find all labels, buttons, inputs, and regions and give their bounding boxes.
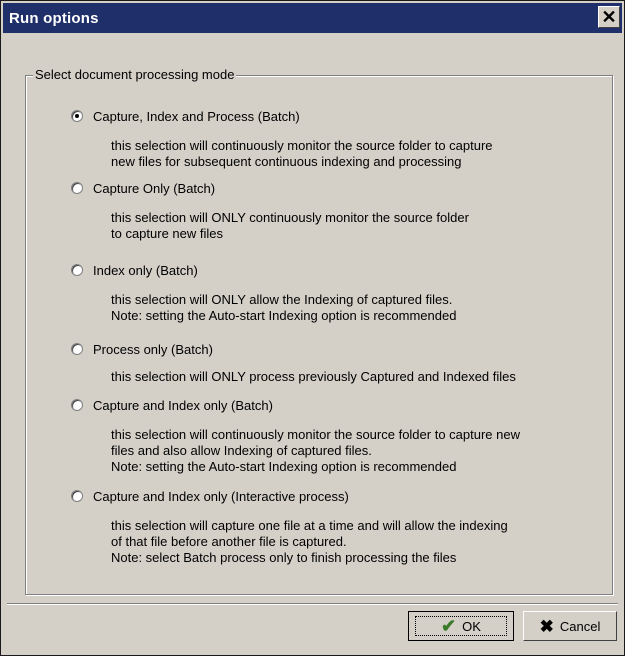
title-bar[interactable]: Run options ✕ (3, 3, 622, 33)
close-icon: ✕ (601, 7, 617, 27)
radio-button[interactable] (71, 182, 83, 194)
description-line: this selection will continuously monitor… (111, 138, 493, 153)
description-line: Note: select Batch process only to finis… (111, 550, 457, 565)
cancel-button[interactable]: ✖ Cancel (523, 611, 617, 641)
groupbox-legend: Select document processing mode (33, 67, 237, 82)
ok-button-label: OK (462, 618, 481, 634)
option-description: this selection will ONLY allow the Index… (111, 292, 456, 324)
option-description: this selection will ONLY continuously mo… (111, 210, 469, 242)
description-line: this selection will ONLY continuously mo… (111, 210, 469, 225)
cancel-button-label: Cancel (559, 618, 601, 634)
radio-button[interactable] (71, 264, 83, 276)
radio-button[interactable] (71, 343, 83, 355)
run-options-dialog: Run options ✕ Select document processing… (0, 0, 625, 656)
option-description: this selection will capture one file at … (111, 518, 508, 566)
close-button[interactable]: ✕ (598, 6, 620, 28)
description-line: this selection will ONLY allow the Index… (111, 292, 453, 307)
option-label[interactable]: Capture and Index only (Interactive proc… (93, 489, 349, 504)
description-line: files and also allow Indexing of capture… (111, 443, 372, 458)
radio-button[interactable] (71, 399, 83, 411)
option-label[interactable]: Capture and Index only (Batch) (93, 398, 273, 413)
description-line: of that file before another file is capt… (111, 534, 347, 549)
ok-button[interactable]: ✔ OK (408, 611, 514, 641)
description-line: Note: setting the Auto-start Indexing op… (111, 308, 457, 323)
description-line: to capture new files (111, 226, 224, 241)
option-description: this selection will continuously monitor… (111, 138, 493, 170)
option-description: this selection will continuously monitor… (111, 427, 520, 475)
separator-line (7, 603, 618, 605)
ok-button-focus-rect: ✔ OK (415, 616, 507, 636)
description-line: new files for subsequent continuous inde… (111, 154, 462, 169)
description-line: this selection will capture one file at … (111, 518, 508, 533)
radio-button[interactable] (71, 110, 83, 122)
option-label[interactable]: Capture, Index and Process (Batch) (93, 109, 300, 124)
check-icon: ✔ (441, 616, 457, 636)
option-description: this selection will ONLY process previou… (111, 369, 516, 385)
description-line: Note: setting the Auto-start Indexing op… (111, 459, 457, 474)
dialog-title: Run options (9, 9, 99, 27)
option-label[interactable]: Capture Only (Batch) (93, 181, 215, 196)
x-icon: ✖ (539, 616, 554, 636)
option-label[interactable]: Process only (Batch) (93, 342, 213, 357)
radio-button[interactable] (71, 490, 83, 502)
description-line: this selection will ONLY process previou… (111, 369, 516, 384)
description-line: this selection will continuously monitor… (111, 427, 520, 442)
option-label[interactable]: Index only (Batch) (93, 263, 198, 278)
